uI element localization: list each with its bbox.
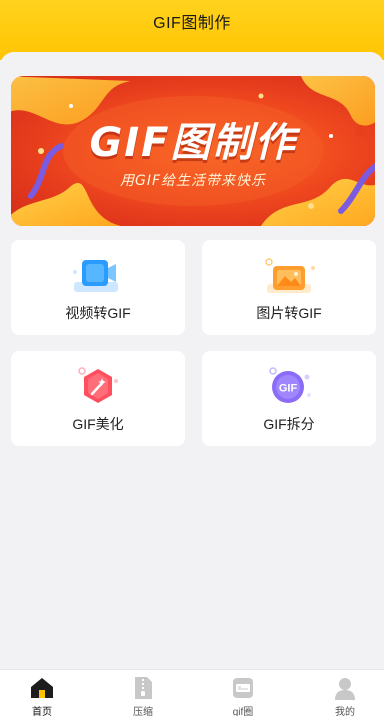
video-to-gif-label: 视频转GIF [65,305,131,321]
tab-profile[interactable]: 我的 [315,670,375,716]
promo-banner[interactable]: GIF图制作 用GIF给生活带来快乐 [11,76,375,226]
gif-split-label: GIF拆分 [263,416,315,432]
video-to-gif-card[interactable]: 视频转GIF [11,240,185,335]
tab-home-label: 首页 [32,707,52,716]
tab-home[interactable]: 首页 [12,670,72,716]
gif-split-icon: GIF [269,367,311,403]
video-icon [73,260,118,292]
image-to-gif-card[interactable]: 图片转GIF [202,240,376,335]
tab-compress[interactable]: 压缩 [113,670,173,716]
gif-split-icon-text: GIF [279,383,298,395]
page-title: GIF图制作 [153,15,231,32]
compress-icon [135,677,152,699]
gif-beautify-card[interactable]: GIF美化 [11,351,185,446]
banner-subtitle: 用GIF给生活带来快乐 [119,173,267,189]
top-header: GIF图制作 [0,0,384,60]
image-icon [265,258,315,293]
home-icon [31,678,53,698]
magic-wand-icon [78,367,118,403]
banner-title: GIF图制作 [89,120,297,166]
tab-gif-circle-label: gif圈 [232,707,254,716]
profile-icon [335,678,355,700]
tab-compress-label: 压缩 [133,707,153,716]
gif-circle-icon [233,678,253,698]
tab-profile-label: 我的 [335,707,355,716]
gif-beautify-label: GIF美化 [72,416,124,432]
image-to-gif-label: 图片转GIF [256,305,322,321]
tab-gif-circle[interactable]: gif圈 [213,670,273,716]
bottom-tab-bar: 首页 压缩 gif圈 我的 [0,669,384,716]
gif-split-card[interactable]: GIF GIF拆分 [202,351,376,446]
